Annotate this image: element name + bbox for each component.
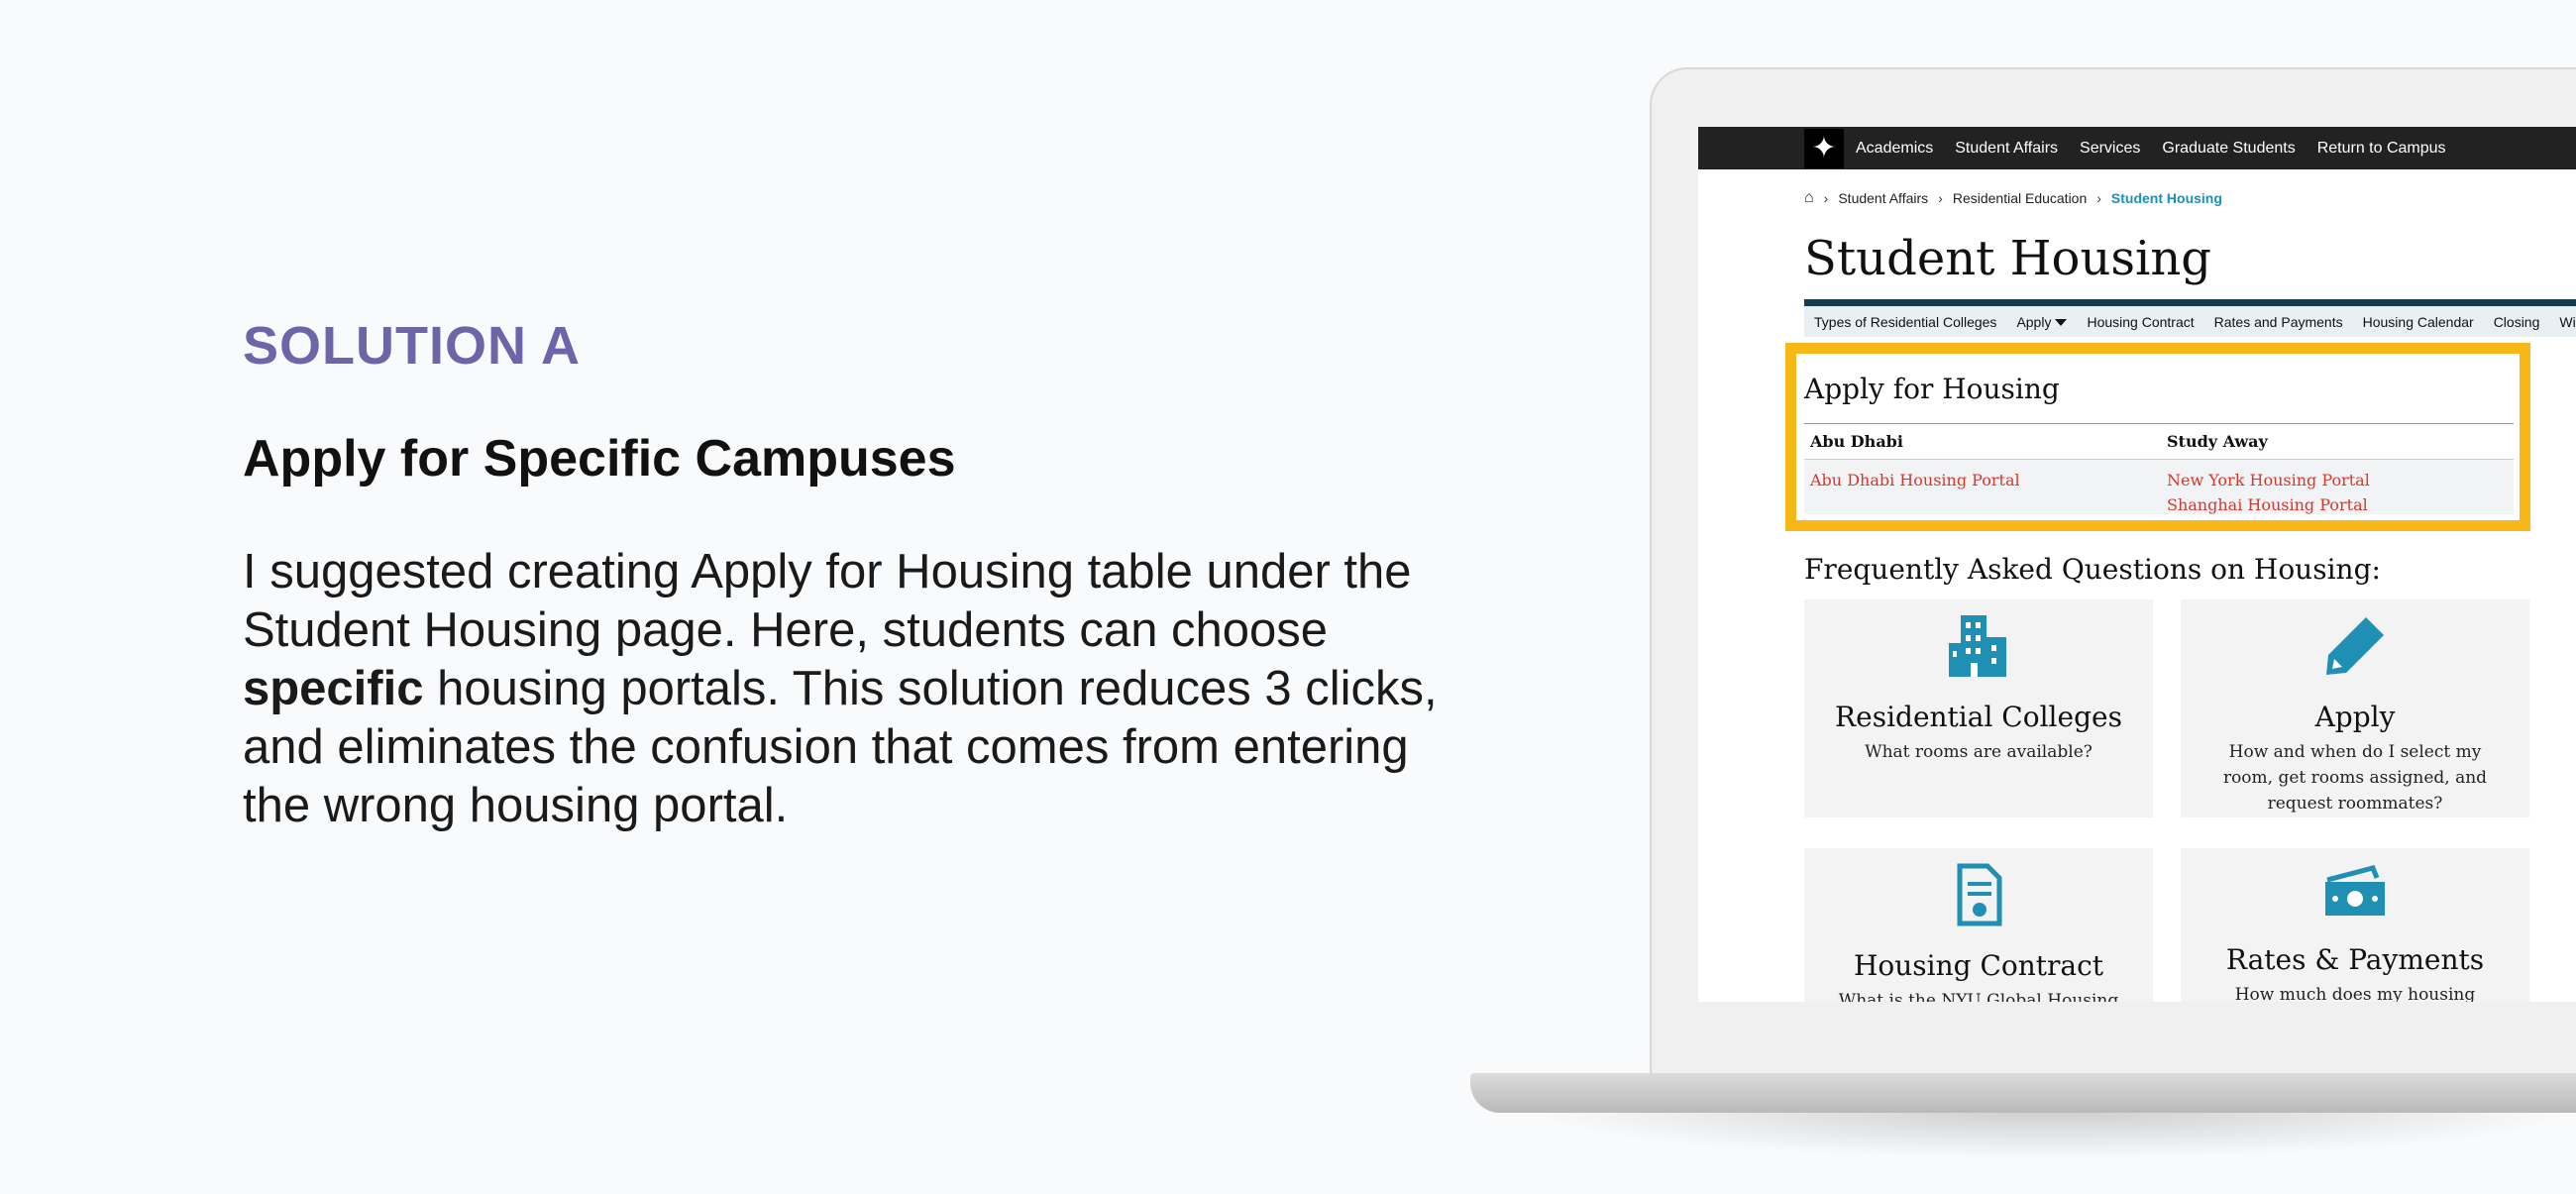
apply-section-title: Apply for Housing: [1804, 373, 2060, 405]
laptop-shadow: [1526, 1110, 2576, 1159]
nav-academics[interactable]: Academics: [1856, 140, 1933, 158]
card-title: Apply: [2314, 701, 2396, 733]
subnav-apply-label: Apply: [2016, 313, 2052, 330]
description-part-1: I suggested creating Apply for Housing t…: [243, 545, 1412, 657]
section-subnav: Types of Residential Colleges Apply Hous…: [1804, 299, 2576, 337]
caret-down-icon: [2055, 319, 2068, 327]
column-header-study-away: Study Away: [2167, 432, 2268, 451]
card-description: What rooms are available?: [1865, 742, 2093, 762]
nav-student-affairs[interactable]: Student Affairs: [1955, 140, 2058, 158]
column-header-abu-dhabi: Abu Dhabi: [1810, 432, 1903, 451]
card-title: Rates & Payments: [2225, 943, 2485, 976]
chevron-right-icon: ›: [1938, 190, 1943, 206]
apply-table: Abu Dhabi Study Away Abu Dhabi Housing P…: [1804, 423, 2514, 514]
site-top-nav: ✦ Academics Student Affairs Services Gra…: [1698, 127, 2576, 169]
faq-card-housing-contract[interactable]: Housing Contract What is the NYU Global …: [1804, 848, 2153, 1002]
breadcrumb-student-affairs[interactable]: Student Affairs: [1838, 190, 1928, 206]
page-title: Student Housing: [1804, 231, 2211, 286]
table-cell: Abu Dhabi Housing Portal: [1804, 468, 2167, 492]
nav-services[interactable]: Services: [2080, 140, 2140, 158]
description-emphasis: specific: [243, 662, 424, 715]
faq-card-rates-payments[interactable]: Rates & Payments How much does my housin…: [2181, 848, 2529, 1002]
nav-return-to-campus[interactable]: Return to Campus: [2317, 140, 2446, 158]
solution-label: SOLUTION A: [243, 316, 581, 376]
card-description: How and when do I select my room, get ro…: [2222, 742, 2488, 814]
building-icon: [1804, 613, 2153, 693]
card-title: Housing Contract: [1853, 949, 2104, 982]
subnav-calendar[interactable]: Housing Calendar: [2363, 314, 2474, 330]
card-description: What is the NYU Global Housing: [1838, 991, 2119, 1002]
subnav-rates[interactable]: Rates and Payments: [2214, 314, 2343, 330]
laptop-base: [1470, 1073, 2576, 1113]
money-icon: [2181, 862, 2529, 935]
laptop-screen: ✦ Academics Student Affairs Services Gra…: [1698, 127, 2576, 1002]
breadcrumb-current: Student Housing: [2110, 190, 2222, 206]
card-title: Residential Colleges: [1835, 701, 2122, 733]
card-description: How much does my housing cost? How: [2234, 985, 2476, 1002]
subnav-winter[interactable]: Winter H: [2559, 314, 2576, 330]
table-row: Abu Dhabi Housing Portal New York Housin…: [1804, 459, 2514, 514]
breadcrumb: ⌂ › Student Affairs › Residential Educat…: [1804, 189, 2222, 207]
nav-graduate-students[interactable]: Graduate Students: [2162, 140, 2295, 158]
solution-description: I suggested creating Apply for Housing t…: [243, 543, 1461, 835]
shanghai-portal-link[interactable]: Shanghai Housing Portal: [2167, 492, 2514, 517]
faq-card-apply[interactable]: Apply How and when do I select my room, …: [2181, 599, 2529, 817]
breadcrumb-residential-education[interactable]: Residential Education: [1953, 190, 2087, 206]
faq-card-residential-colleges[interactable]: Residential Colleges What rooms are avai…: [1804, 599, 2153, 817]
chevron-right-icon: ›: [2096, 190, 2101, 206]
pencil-icon: [2181, 613, 2529, 693]
contract-icon: [1804, 862, 2153, 941]
new-york-portal-link[interactable]: New York Housing Portal: [2167, 468, 2514, 492]
subnav-apply[interactable]: Apply: [2016, 313, 2068, 330]
abu-dhabi-portal-link[interactable]: Abu Dhabi Housing Portal: [1810, 468, 2167, 492]
subnav-closing[interactable]: Closing: [2494, 314, 2540, 330]
faq-title: Frequently Asked Questions on Housing:: [1804, 553, 2381, 586]
table-cell: New York Housing Portal Shanghai Housing…: [2167, 468, 2514, 517]
subnav-types[interactable]: Types of Residential Colleges: [1814, 314, 1996, 330]
table-header: Abu Dhabi Study Away: [1804, 423, 2514, 459]
subnav-housing-contract[interactable]: Housing Contract: [2087, 314, 2194, 330]
chevron-right-icon: ›: [1823, 190, 1829, 206]
university-logo-icon[interactable]: ✦: [1804, 128, 1844, 168]
solution-heading: Apply for Specific Campuses: [243, 430, 956, 488]
home-icon[interactable]: ⌂: [1804, 189, 1814, 207]
